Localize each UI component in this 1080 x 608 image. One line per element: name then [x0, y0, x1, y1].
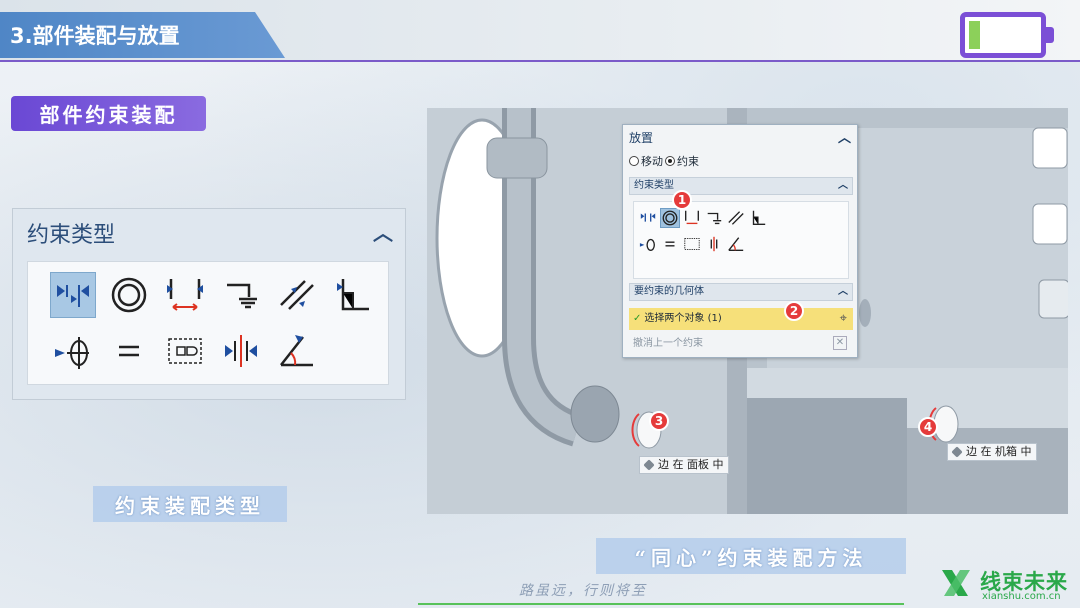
step-badge-4: 4 — [918, 417, 938, 437]
align-lock-icon[interactable] — [218, 328, 264, 374]
dialog-collapse-icon[interactable]: ︿ — [838, 127, 851, 146]
undo-constraint-label: 撤消上一个约束 — [633, 338, 703, 349]
perpendicular-icon[interactable] — [330, 272, 376, 318]
touch-align-icon[interactable] — [638, 208, 658, 228]
constraint-tool-grid — [27, 261, 389, 385]
fit-icon[interactable] — [638, 234, 658, 254]
angle-icon[interactable] — [726, 234, 746, 254]
page-title: 3.部件装配与放置 — [10, 24, 180, 48]
geometry-collapse-icon[interactable]: ︿ — [838, 284, 848, 300]
select-objects-field[interactable]: ✓ 选择两个对象 (1) ⌖ — [629, 308, 853, 330]
bond-icon[interactable] — [106, 328, 152, 374]
mode-radio-group: 移动 约束 — [629, 153, 699, 169]
concentric-icon[interactable] — [660, 208, 680, 228]
footer-line — [418, 603, 904, 605]
undo-constraint-row: 撤消上一个约束 ✕ — [629, 334, 853, 354]
concentric-icon[interactable] — [106, 272, 152, 318]
collapse-icon[interactable]: ︿ — [373, 217, 393, 246]
step-badge-1: 1 — [672, 190, 692, 210]
fix-icon[interactable] — [218, 272, 264, 318]
radio-constraint[interactable] — [665, 156, 675, 166]
panel-title: 约束类型 — [27, 223, 116, 248]
cad-screenshot: 放置 ︿ 移动 约束 约束类型 ︿ 要约束的几何体 ︿ ✓ 选择两个对象 (1)… — [427, 108, 1068, 514]
angle-icon[interactable] — [274, 328, 320, 374]
dialog-title: 放置 — [629, 131, 654, 145]
select-objects-label: 选择两个对象 (1) — [644, 313, 722, 324]
fix-icon[interactable] — [704, 208, 724, 228]
undo-constraint-icon[interactable]: ✕ — [833, 336, 847, 350]
logo-url: xianshu.com.cn — [982, 591, 1061, 602]
battery-tip — [1046, 27, 1054, 43]
align-lock-icon[interactable] — [704, 234, 724, 254]
placement-dialog: 放置 ︿ 移动 约束 约束类型 ︿ 要约束的几何体 ︿ ✓ 选择两个对象 (1)… — [622, 124, 858, 358]
section-tag: 部件约束装配 — [11, 96, 206, 131]
fit-icon[interactable] — [50, 328, 96, 374]
logo-mark-icon — [942, 570, 970, 596]
center-icon[interactable] — [162, 328, 208, 374]
radio-constraint-label: 约束 — [677, 155, 699, 168]
geometry-section[interactable]: 要约束的几何体 ︿ — [629, 283, 853, 301]
dialog-tool-grid — [633, 201, 849, 279]
edge-in-panel-tooltip: 边 在 面板 中 — [639, 456, 729, 474]
step-badge-3: 3 — [649, 411, 669, 431]
touch-align-icon[interactable] — [50, 272, 96, 318]
constraint-type-panel: 约束类型 ︿ — [12, 208, 406, 400]
caption-constraint-types: 约束装配类型 — [93, 486, 287, 522]
edge-in-box-tooltip: 边 在 机箱 中 — [947, 443, 1037, 461]
battery-icon — [960, 12, 1046, 58]
section-collapse-icon[interactable]: ︿ — [838, 178, 848, 194]
header-divider — [0, 60, 1080, 62]
constraint-types-section[interactable]: 约束类型 ︿ — [629, 177, 853, 195]
radio-move-label: 移动 — [641, 155, 663, 168]
battery-level — [969, 21, 980, 49]
check-icon: ✓ — [633, 313, 642, 324]
brand-logo: 线束未来 xianshu.com.cn — [940, 562, 1078, 606]
parallel-icon[interactable] — [726, 208, 746, 228]
radio-move[interactable] — [629, 156, 639, 166]
distance-icon[interactable] — [682, 208, 702, 228]
footer-slogan: 路虽远，行则将至 — [519, 583, 647, 599]
crosshair-icon[interactable]: ⌖ — [840, 308, 847, 330]
constraint-types-label: 约束类型 — [634, 180, 674, 191]
bond-icon[interactable] — [660, 234, 680, 254]
step-badge-2: 2 — [784, 301, 804, 321]
distance-icon[interactable] — [162, 272, 208, 318]
caption-concentric-method: “同心”约束装配方法 — [596, 538, 906, 574]
geometry-section-label: 要约束的几何体 — [634, 286, 704, 297]
center-icon[interactable] — [682, 234, 702, 254]
perpendicular-icon[interactable] — [748, 208, 768, 228]
parallel-icon[interactable] — [274, 272, 320, 318]
